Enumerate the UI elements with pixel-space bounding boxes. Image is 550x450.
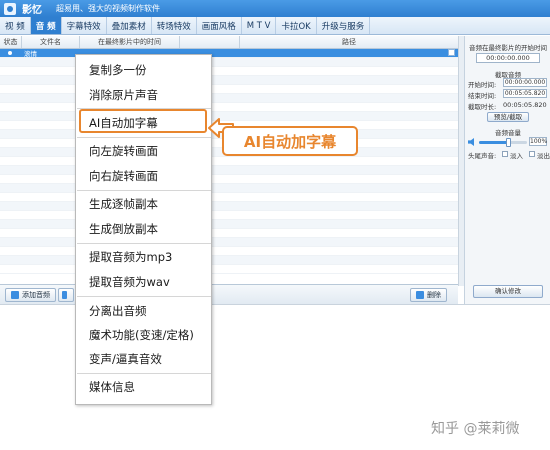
menu-separator [77, 373, 211, 374]
menu-separator [77, 137, 211, 138]
confirm-changes-button[interactable]: 确认修改 [473, 285, 543, 298]
table-row [0, 94, 458, 103]
menu-item-voice-effects[interactable]: 变声/逼真音效 [89, 351, 162, 367]
table-row [0, 247, 458, 256]
trim-start-label: 开始时间: [468, 81, 497, 89]
menu-video[interactable]: 视 频 [0, 17, 31, 34]
audio-table-header: 状态 文件名 在最终影片中的时间 路径 [0, 36, 458, 49]
table-row [0, 211, 458, 220]
table-row [0, 265, 458, 274]
col-time-in-movie[interactable]: 在最终影片中的时间 [80, 36, 180, 48]
bottom-toolbar: 添加音频 删除 [0, 284, 458, 304]
watermark: 知乎 @莱莉微 [431, 421, 520, 437]
volume-slider-fill [479, 141, 508, 144]
table-row [0, 238, 458, 247]
trash-icon [416, 291, 424, 299]
menu-audio[interactable]: 音 频 [30, 17, 62, 34]
fade-label: 头尾声音: [468, 152, 497, 160]
menu-mtv[interactable]: M T V [242, 17, 277, 34]
menu-subtitle-effects[interactable]: 字幕特效 [62, 17, 107, 34]
menu-item-reverse-copy[interactable]: 生成倒放副本 [89, 221, 158, 237]
table-row [0, 58, 458, 67]
app-tagline: 超易用、强大的视频制作软件 [56, 4, 160, 13]
table-row [0, 229, 458, 238]
audio-table: 滚情 [0, 49, 458, 284]
preview-trim-button[interactable]: 预览/截取 [487, 112, 529, 122]
table-row [0, 202, 458, 211]
menu-item-extract-wav[interactable]: 提取音频为wav [89, 274, 170, 290]
menu-item-magic-functions[interactable]: 魔术功能(变速/定格) [89, 327, 194, 343]
context-menu: 复制多一份 消除原片声音 AI自动加字幕 向左旋转画面 向右旋转画面 生成逐帧副… [75, 54, 212, 405]
app-logo-icon [4, 2, 16, 15]
volume-slider-thumb[interactable] [505, 138, 511, 147]
callout-label: AI自动加字幕 [222, 126, 358, 156]
col-filename[interactable]: 文件名 [22, 36, 80, 48]
menu-item-remove-original-audio[interactable]: 消除原片声音 [89, 87, 158, 103]
menu-upgrade-services[interactable]: 升级与服务 [317, 17, 371, 34]
row-filename-cell: 滚情 [24, 50, 37, 58]
speaker-icon [468, 138, 474, 146]
menu-separator [77, 108, 211, 109]
menu-overlay-materials[interactable]: 叠加素材 [107, 17, 152, 34]
menu-transitions[interactable]: 转场特效 [152, 17, 197, 34]
download-button[interactable] [58, 288, 74, 302]
table-row [0, 184, 458, 193]
table-row [0, 85, 458, 94]
menu-bar: 视 频 音 频 字幕特效 叠加素材 转场特效 画面风格 M T V 卡拉OK 升… [0, 17, 550, 35]
add-audio-button[interactable]: 添加音频 [5, 288, 56, 302]
table-row [0, 67, 458, 76]
menu-item-ai-subtitles[interactable]: AI自动加字幕 [89, 115, 158, 131]
audio-settings-panel: 音频在最终影片的开始时间 00:00:00.000 截取音频 开始时间: 00:… [464, 36, 550, 304]
menu-item-frame-by-frame-copy[interactable]: 生成逐帧副本 [89, 196, 158, 212]
menu-item-separate-audio[interactable]: 分离出音频 [89, 303, 147, 319]
menu-separator [77, 296, 211, 297]
title-bar: 影忆 超易用、强大的视频制作软件 [0, 0, 550, 17]
download-icon [62, 291, 67, 299]
trim-end-label: 结束时间: [468, 92, 497, 100]
volume-percent-field[interactable]: 100% [529, 137, 547, 146]
col-path[interactable]: 路径 [240, 36, 458, 48]
table-row [0, 256, 458, 265]
app-name: 影忆 [22, 5, 42, 16]
table-row[interactable]: 滚情 [0, 49, 458, 58]
table-row [0, 157, 458, 166]
row-status-cell [0, 49, 22, 57]
fade-in-checkbox[interactable] [502, 151, 508, 157]
menu-item-duplicate[interactable]: 复制多一份 [89, 62, 147, 78]
menu-item-media-info[interactable]: 媒体信息 [89, 379, 135, 395]
delete-label: 删除 [427, 291, 441, 299]
add-audio-icon [11, 291, 19, 299]
table-row [0, 166, 458, 175]
fade-in-label: 淡入 [510, 152, 523, 160]
table-row [0, 103, 458, 112]
menu-item-rotate-left[interactable]: 向左旋转画面 [89, 143, 158, 159]
table-row [0, 193, 458, 202]
delete-button[interactable]: 删除 [410, 288, 447, 302]
status-dot-icon [8, 51, 12, 55]
menu-item-extract-mp3[interactable]: 提取音频为mp3 [89, 249, 172, 265]
table-row [0, 175, 458, 184]
trim-end-field[interactable]: 00:05:05.820 [503, 89, 547, 98]
fade-out-checkbox[interactable] [529, 151, 535, 157]
start-time-title: 音频在最终影片的开始时间 [469, 44, 547, 52]
start-time-field[interactable]: 00:00:00.000 [476, 53, 540, 63]
volume-slider[interactable] [479, 138, 527, 147]
menu-separator [77, 190, 211, 191]
table-row [0, 220, 458, 229]
col-empty[interactable] [180, 36, 240, 48]
col-status[interactable]: 状态 [0, 36, 22, 48]
row-option-box[interactable] [448, 49, 455, 56]
add-audio-label: 添加音频 [22, 291, 50, 299]
trim-duration-value: 00:05:05.820 [503, 101, 547, 109]
table-row [0, 76, 458, 85]
menu-karaoke[interactable]: 卡拉OK [276, 17, 317, 34]
trim-duration-label: 截取时长: [468, 103, 497, 111]
volume-title: 音频音量 [495, 129, 521, 137]
menu-item-rotate-right[interactable]: 向右旋转画面 [89, 168, 158, 184]
menu-picture-style[interactable]: 画面风格 [197, 17, 242, 34]
menu-separator [77, 243, 211, 244]
fade-out-label: 淡出 [537, 152, 550, 160]
trim-start-field[interactable]: 00:00:00.000 [503, 78, 547, 87]
